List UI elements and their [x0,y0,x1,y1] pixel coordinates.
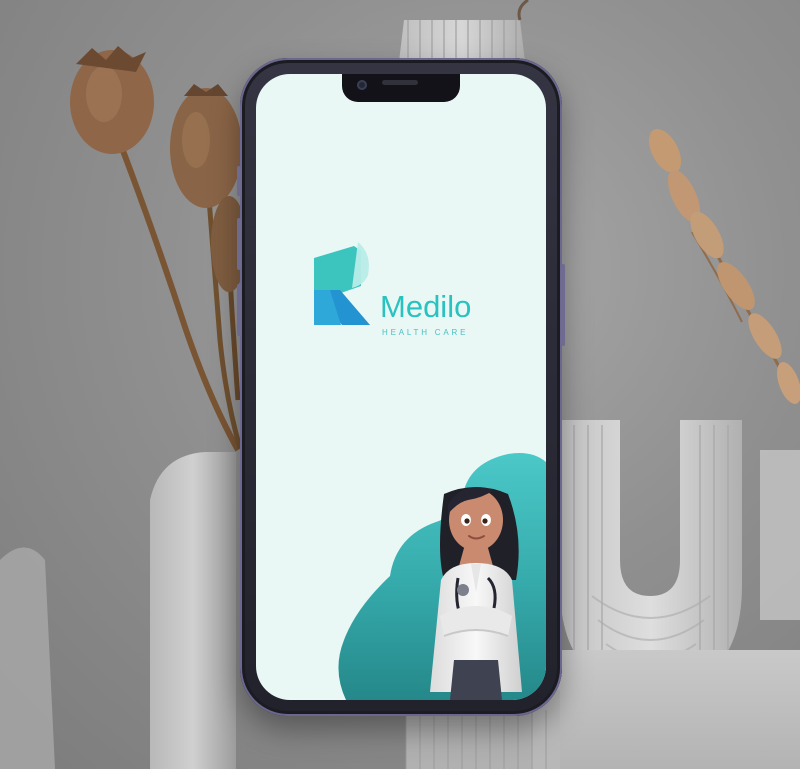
power-button [561,264,565,346]
splash-screen: Medilo HEALTH CARE [256,74,546,700]
mute-switch [237,166,241,196]
front-camera-icon [357,80,367,90]
promo-scene: Medilo HEALTH CARE [0,0,800,769]
brand-logo: Medilo HEALTH CARE [300,242,500,337]
brand-tagline: HEALTH CARE [382,328,469,337]
medilo-logo-icon [314,242,370,325]
volume-down-button [237,284,241,336]
volume-up-button [237,218,241,270]
brand-name: Medilo [380,289,472,324]
phone-notch [342,74,460,102]
phone-mockup: Medilo HEALTH CARE [237,58,565,716]
doctor-illustration [326,442,546,700]
speaker-grille [382,80,418,85]
